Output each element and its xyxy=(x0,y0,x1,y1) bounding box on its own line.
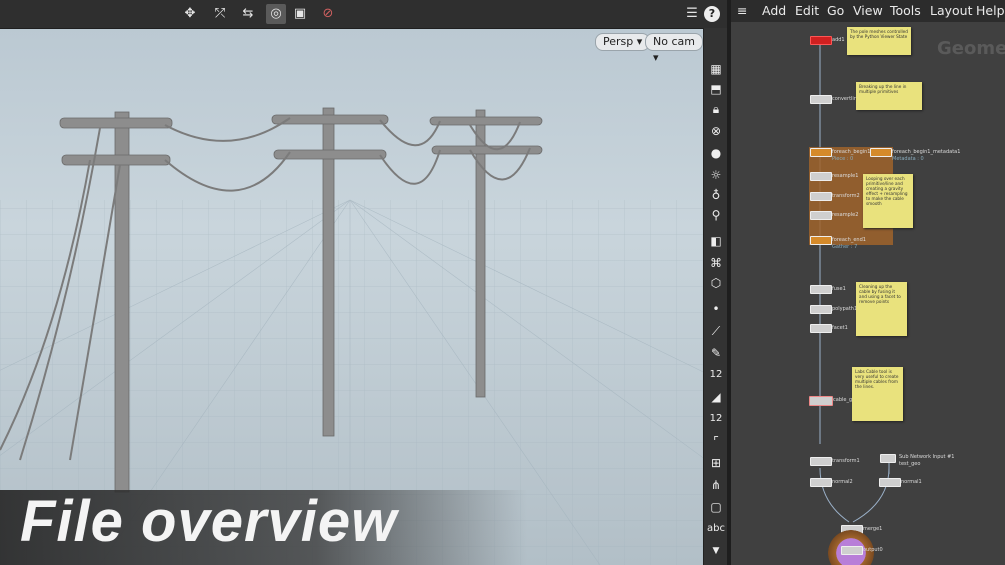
overlay-title: File overview xyxy=(20,489,398,554)
camera-light-icon[interactable]: ⚲ xyxy=(706,206,726,224)
node-output0[interactable] xyxy=(841,546,863,555)
ghost-icon[interactable]: ⊘ xyxy=(318,4,338,24)
network-editor[interactable]: Geome add1 convertline1 foreach_begin1 P… xyxy=(731,22,1005,565)
node-subnet-input1[interactable] xyxy=(880,454,896,463)
camera-select-menu[interactable]: No cam ▾ xyxy=(645,33,703,64)
node-sublabel: Metadata : 0 xyxy=(892,156,924,162)
node-label: transform1 xyxy=(832,458,860,464)
node-label: foreach_begin1_metadata1 xyxy=(892,149,961,155)
node-transform2[interactable] xyxy=(810,192,832,201)
node-foreach-begin1[interactable] xyxy=(810,148,832,157)
number-icon-2[interactable]: 12 xyxy=(706,410,726,428)
node-label: foreach_end1 xyxy=(832,237,866,243)
network-menubar: ≡ Add Edit Go View Tools Layout Help xyxy=(731,0,1005,23)
rotate-tool-icon[interactable]: ⤱ xyxy=(210,4,230,24)
material-icon[interactable]: ◧ xyxy=(706,232,726,250)
brush-icon[interactable]: ✎ xyxy=(706,344,726,362)
bounds-icon[interactable]: ⊞ xyxy=(706,454,726,472)
render-icon[interactable]: ⌘ xyxy=(706,254,726,272)
node-label: add1 xyxy=(832,37,845,43)
menu-add[interactable]: Add xyxy=(762,3,786,19)
viewport-toolbar: ✥ ⤱ ⇆ ◎ ▣ ⊘ ☰ ? xyxy=(0,0,730,29)
node-polypath1[interactable] xyxy=(810,305,832,314)
camera-view-menu[interactable]: Persp ▾ xyxy=(595,33,651,51)
frame-icon[interactable]: ▢ xyxy=(706,498,726,516)
scene-graphic xyxy=(0,107,703,565)
sticky-note[interactable]: Looping over each primitive/line and cre… xyxy=(863,174,913,228)
transform-tool-icon[interactable]: ✥ xyxy=(180,4,200,24)
node-label: transform2 xyxy=(832,193,860,199)
node-foreach-metadata1[interactable] xyxy=(870,148,892,157)
help-icon[interactable]: ? xyxy=(704,6,720,22)
corner-icon[interactable]: ⌜ xyxy=(706,432,726,450)
point-icon[interactable]: • xyxy=(706,300,726,318)
node-sublabel: Gather : 7 xyxy=(832,244,858,250)
node-add1[interactable] xyxy=(810,36,832,45)
node-label: fuse1 xyxy=(832,286,846,292)
node-fuse1[interactable] xyxy=(810,285,832,294)
menu-edit[interactable]: Edit xyxy=(795,3,819,19)
text-label-icon[interactable]: abc xyxy=(706,520,726,538)
node-normal2[interactable] xyxy=(810,478,832,487)
node-label: Sub Network Input #1 xyxy=(899,454,955,460)
sticky-note[interactable]: Cleaning up the cable by fusing it and u… xyxy=(856,282,907,336)
node-sublabel: Piece : 0 xyxy=(832,156,854,162)
camera-view-label: Persp xyxy=(603,35,634,48)
edge-icon[interactable]: ⟋ xyxy=(706,322,726,340)
node-convertline1[interactable] xyxy=(810,95,832,104)
node-label: normal1 xyxy=(901,479,922,485)
display-options-icon[interactable]: ▣ xyxy=(290,4,310,24)
menu-layout[interactable]: Layout xyxy=(930,3,973,19)
shape-icon[interactable]: ⬡ xyxy=(706,274,726,292)
node-label: output0 xyxy=(863,547,883,553)
paint-icon[interactable]: ◢ xyxy=(706,388,726,406)
scale-tool-icon[interactable]: ⇆ xyxy=(238,4,258,24)
node-transform1[interactable] xyxy=(810,457,832,466)
menu-go[interactable]: Go xyxy=(827,3,844,19)
network-icon[interactable]: ⋔ xyxy=(706,476,726,494)
node-resample1[interactable] xyxy=(810,172,832,181)
lock-icon[interactable]: 🔒︎ xyxy=(706,100,726,118)
node-label: resample2 xyxy=(832,212,859,218)
node-sublabel: test_geo xyxy=(899,461,921,467)
sticky-note[interactable]: The pole meshes controlled by the Python… xyxy=(847,27,911,55)
snapping-icon[interactable]: ◎ xyxy=(266,4,286,24)
close-icon[interactable]: ⊗ xyxy=(706,122,726,140)
sticky-note[interactable]: Breaking up the line in multiple primiti… xyxy=(856,82,922,110)
node-cable-generator1[interactable] xyxy=(809,396,833,406)
node-label: normal2 xyxy=(832,479,853,485)
grid-icon[interactable]: ▦ xyxy=(706,60,726,78)
node-resample2[interactable] xyxy=(810,211,832,220)
viewport-shelf: ▦ ⬒ 🔒︎ ⊗ ● ☼ ♁ ⚲ ◧ ⌘ ⬡ • ⟋ ✎ 12 ◢ 12 ⌜ ⊞… xyxy=(703,28,728,565)
node-label: resample1 xyxy=(832,173,859,179)
select-mode-icon[interactable]: ⬒ xyxy=(706,80,726,98)
node-label: merge1 xyxy=(863,526,883,532)
number-icon[interactable]: 12 xyxy=(706,366,726,384)
scene-viewport[interactable]: Persp ▾ No cam ▾ File overview xyxy=(0,0,703,565)
menu-help[interactable]: Help xyxy=(976,3,1005,19)
node-label: foreach_begin1 xyxy=(832,149,871,155)
node-normal1[interactable] xyxy=(879,478,901,487)
camera-select-label: No cam xyxy=(653,35,695,48)
menu-tools[interactable]: Tools xyxy=(890,3,921,19)
node-foreach-end1[interactable] xyxy=(810,236,832,245)
sticky-note[interactable]: Labs Cable tool is very useful to create… xyxy=(852,367,903,421)
node-label: facet1 xyxy=(832,325,848,331)
menu-view[interactable]: View xyxy=(853,3,883,19)
menu-icon[interactable]: ≡ xyxy=(737,3,747,19)
light-icon[interactable]: ☼ xyxy=(706,166,726,184)
sphere-icon[interactable]: ● xyxy=(706,144,726,162)
node-label: polypath1 xyxy=(832,306,858,312)
bulb-icon[interactable]: ♁ xyxy=(706,186,726,204)
node-facet1[interactable] xyxy=(810,324,832,333)
view-options-icon[interactable]: ☰ xyxy=(682,4,702,24)
chevron-down-icon[interactable]: ▼ xyxy=(706,542,726,560)
